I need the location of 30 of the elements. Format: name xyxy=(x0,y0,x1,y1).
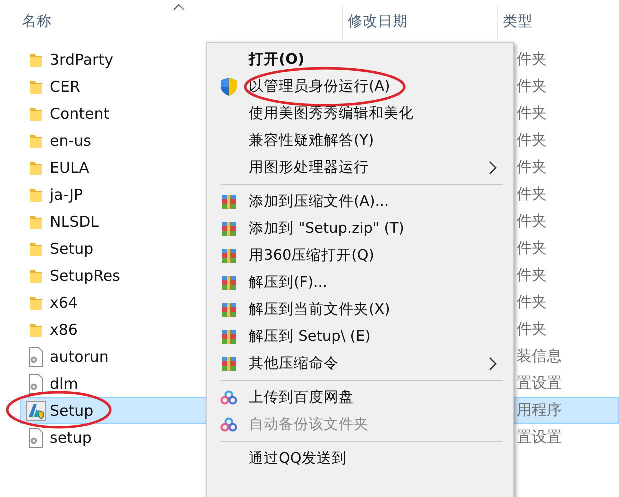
file-type: 置设置 xyxy=(517,428,562,447)
file-name: Setup xyxy=(50,240,94,258)
file-type: 件夹 xyxy=(517,77,547,96)
file-name: ja-JP xyxy=(50,186,84,204)
file-name: SetupRes xyxy=(50,266,120,284)
file-type: 件夹 xyxy=(517,320,547,339)
file-type: 件夹 xyxy=(517,266,547,285)
file-type: 用程序 xyxy=(517,401,562,420)
file-name: x86 xyxy=(50,320,78,338)
file-name: autorun xyxy=(50,348,109,366)
file-type: 装信息 xyxy=(517,347,562,366)
file-name: x64 xyxy=(50,294,78,312)
file-type: 件夹 xyxy=(517,50,547,69)
file-type: 件夹 xyxy=(517,131,547,150)
file-type: 件夹 xyxy=(517,239,547,258)
file-type: 件夹 xyxy=(517,104,547,123)
file-name: NLSDL xyxy=(50,212,100,230)
file-name: setup xyxy=(50,428,92,446)
file-type: 件夹 xyxy=(517,212,547,231)
file-name: CER xyxy=(50,78,80,96)
file-type: 置设置 xyxy=(517,374,562,393)
file-type: 件夹 xyxy=(517,158,547,177)
file-name: dlm xyxy=(50,374,78,392)
file-name: Setup xyxy=(50,402,94,420)
file-name: 3rdParty xyxy=(50,50,114,68)
file-name: en-us xyxy=(50,132,92,150)
file-type: 件夹 xyxy=(517,185,547,204)
file-name: EULA xyxy=(50,158,90,176)
file-name: Content xyxy=(50,104,110,122)
file-type: 件夹 xyxy=(517,293,547,312)
